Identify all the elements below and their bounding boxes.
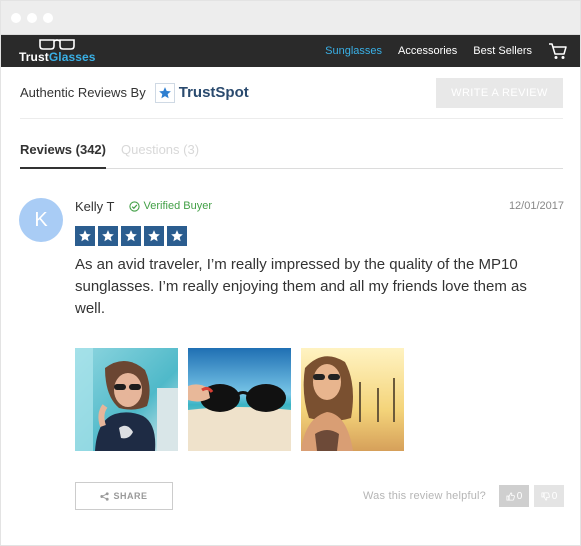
reviews-header: Authentic Reviews By TrustSpot WRITE A R…: [20, 67, 563, 119]
review-meta: Kelly T Verified Buyer 12/01/2017: [75, 198, 564, 214]
helpful-section: Was this review helpful? 0 0: [363, 485, 564, 507]
trustspot-logo[interactable]: TrustSpot: [154, 82, 249, 103]
check-circle-icon: [128, 200, 140, 212]
thumbs-down-icon: [541, 491, 550, 501]
review-content: Kelly T Verified Buyer 12/01/2017 As an …: [75, 198, 564, 510]
window-minimize-dot[interactable]: [27, 12, 37, 23]
review-photo-2[interactable]: [188, 348, 291, 451]
verified-label: Verified Buyer: [143, 200, 212, 212]
review-photo-1[interactable]: [75, 348, 178, 451]
write-review-button[interactable]: WRITE A REVIEW: [436, 77, 563, 108]
authentic-reviews-label: Authentic Reviews By: [20, 85, 146, 100]
verified-badge: Verified Buyer: [128, 200, 212, 212]
avatar: K: [19, 198, 63, 242]
trustspot-name: TrustSpot: [178, 84, 249, 101]
upvote-button[interactable]: 0: [499, 485, 529, 507]
review-photos: [75, 348, 564, 451]
downvote-button[interactable]: 0: [534, 485, 564, 507]
review-author: Kelly T: [75, 198, 115, 214]
review-footer: SHARE Was this review helpful? 0 0: [75, 482, 564, 510]
tab-reviews[interactable]: Reviews (342): [20, 142, 106, 169]
star-icon: [144, 226, 164, 246]
share-icon: [100, 491, 110, 501]
review-tabs: Reviews (342) Questions (3): [20, 119, 563, 169]
star-icon: [75, 226, 95, 246]
browser-chrome: [1, 1, 580, 35]
downvote-count: 0: [551, 490, 558, 502]
logo-glasses: Glasses: [48, 50, 96, 64]
upvote-count: 0: [516, 490, 523, 502]
site-nav: TrustGlasses Sunglasses Accessories Best…: [1, 35, 580, 67]
site-logo[interactable]: TrustGlasses: [19, 35, 109, 67]
star-icon: [98, 226, 118, 246]
star-icon: [167, 226, 187, 246]
browser-window: TrustGlasses Sunglasses Accessories Best…: [0, 0, 581, 546]
review-item: K Kelly T Verified Buyer 12/01/2017 As a…: [19, 169, 564, 510]
logo-text: TrustGlasses: [19, 50, 96, 67]
glasses-icon: [39, 39, 75, 50]
star-icon: [121, 226, 141, 246]
nav-item-accessories[interactable]: Accessories: [398, 45, 457, 57]
window-maximize-dot[interactable]: [43, 12, 53, 23]
share-label: SHARE: [113, 491, 148, 501]
review-photo-3[interactable]: [301, 348, 404, 451]
window-close-dot[interactable]: [11, 12, 21, 23]
review-date: 12/01/2017: [508, 200, 564, 212]
trustspot-star-icon: [154, 82, 175, 103]
tab-questions[interactable]: Questions (3): [121, 142, 199, 168]
logo-trust: Trust: [19, 50, 49, 64]
cart-icon[interactable]: [548, 42, 568, 60]
nav-item-best-sellers[interactable]: Best Sellers: [473, 45, 532, 57]
helpful-question: Was this review helpful?: [363, 490, 486, 502]
share-button[interactable]: SHARE: [75, 482, 173, 510]
thumbs-up-icon: [506, 491, 515, 501]
nav-menu: Sunglasses Accessories Best Sellers: [325, 42, 568, 60]
nav-item-sunglasses[interactable]: Sunglasses: [325, 45, 382, 57]
star-rating: [75, 226, 564, 246]
review-text: As an avid traveler, I’m really impresse…: [75, 256, 527, 317]
